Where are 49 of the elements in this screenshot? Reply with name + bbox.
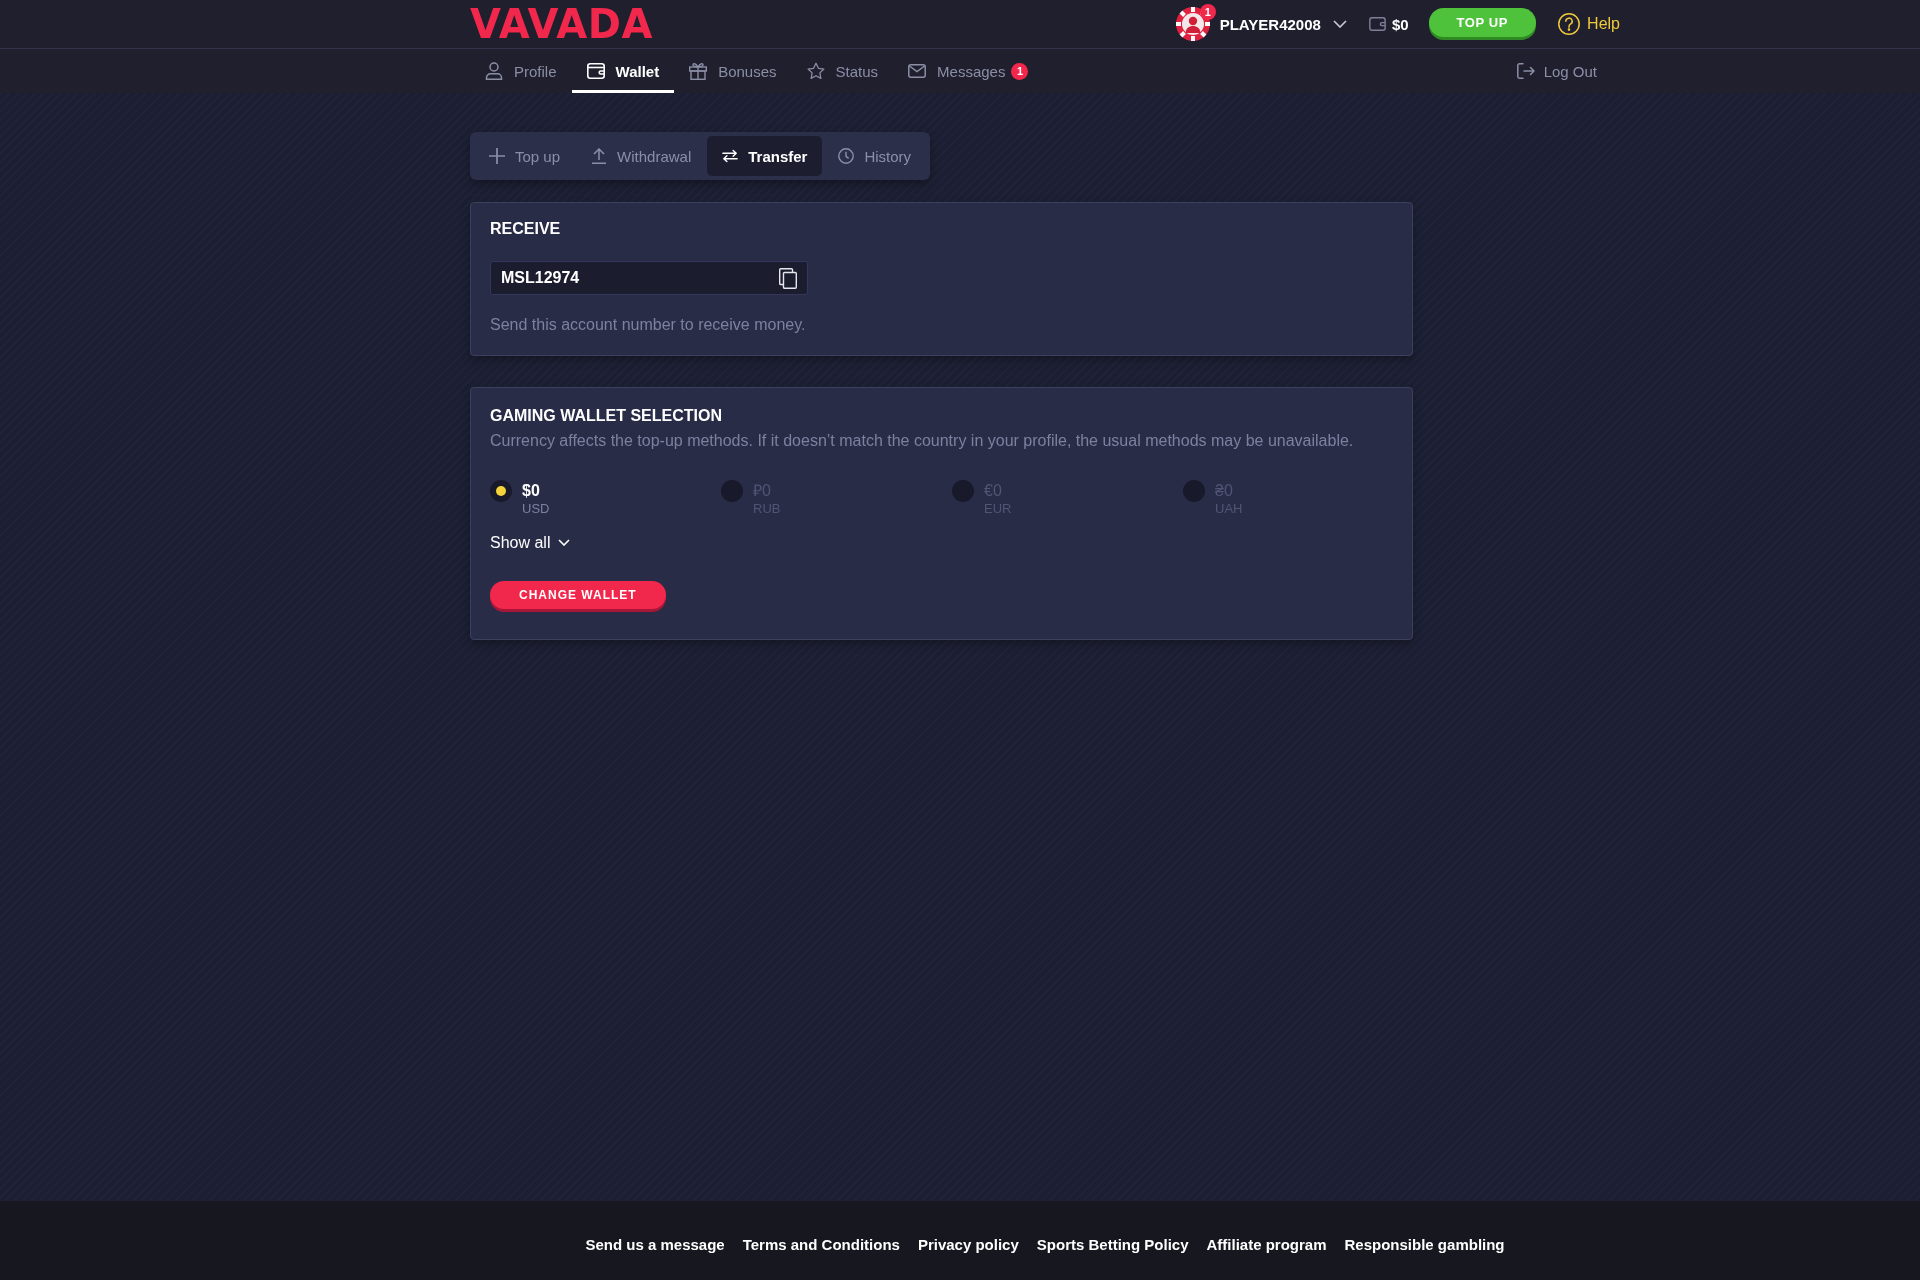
plus-icon <box>489 148 505 164</box>
account-number-field[interactable]: MSL12974 <box>490 261 808 295</box>
gift-icon <box>689 62 708 80</box>
section-tab[interactable]: Transfer <box>707 136 823 176</box>
log-out-icon <box>1516 62 1535 80</box>
footer-link[interactable]: Responsible gambling <box>1344 1236 1505 1253</box>
hint-text: Send this account number to receive money. <box>490 315 807 334</box>
footer-link[interactable]: Terms and Conditions <box>742 1236 900 1253</box>
section-tab[interactable]: History <box>823 136 927 176</box>
copy-icon[interactable] <box>779 267 797 289</box>
envelope-icon <box>908 62 927 80</box>
upload-icon <box>591 148 608 164</box>
wallet-icon <box>586 62 605 80</box>
chevron-down-icon[interactable] <box>1332 20 1347 28</box>
footer-link[interactable]: Privacy policy <box>917 1236 1019 1253</box>
help-link[interactable]: Help <box>1558 13 1620 35</box>
log-out-button[interactable]: Log Out <box>1510 49 1603 93</box>
help-icon <box>1558 13 1581 35</box>
balance: $0 <box>1391 15 1409 33</box>
card-title: RECEIVE <box>490 219 562 239</box>
nav-tab[interactable]: Messages 1 <box>893 49 1044 93</box>
nav-tab[interactable]: Profile <box>470 49 572 93</box>
username[interactable]: PLAYER42008 <box>1219 15 1321 33</box>
nav-tab[interactable]: Status <box>791 49 894 93</box>
clock-icon <box>838 148 855 164</box>
footer-link[interactable]: Send us a message <box>585 1236 725 1253</box>
section-tab[interactable]: Top up <box>474 136 576 176</box>
radio-icon[interactable] <box>952 480 974 502</box>
footer-link[interactable]: Affiliate program <box>1206 1236 1327 1253</box>
radio-icon[interactable] <box>1183 480 1205 502</box>
nav-tab[interactable]: Bonuses <box>674 49 792 93</box>
card-title: GAMING WALLET SELECTION <box>490 406 723 426</box>
section-tab[interactable]: Withdrawal <box>576 136 707 176</box>
currency-balance: $0 <box>522 481 541 500</box>
description-text: Currency affects the top-up methods. If it doesn’t match the country in your profile, the usual methods may be unavailable. <box>490 431 1355 451</box>
footer-link[interactable]: Sports Betting Policy <box>1036 1236 1189 1253</box>
logo[interactable]: VAVADA <box>470 3 653 45</box>
unread-badge: 1 <box>1011 62 1029 80</box>
radio-icon[interactable] <box>721 480 743 502</box>
show-all-button[interactable]: Show all <box>490 533 571 552</box>
star-icon <box>806 62 825 80</box>
radio-icon[interactable] <box>490 480 512 502</box>
chevron-down-icon <box>558 539 571 546</box>
nav-tab[interactable]: Wallet <box>571 49 675 93</box>
currency-code: USD <box>522 500 550 517</box>
wallet-icon <box>1368 17 1386 31</box>
person-icon <box>485 62 503 80</box>
change-wallet-button[interactable]: CHANGE WALLET <box>490 581 666 609</box>
swap-arrows-icon <box>722 148 739 164</box>
